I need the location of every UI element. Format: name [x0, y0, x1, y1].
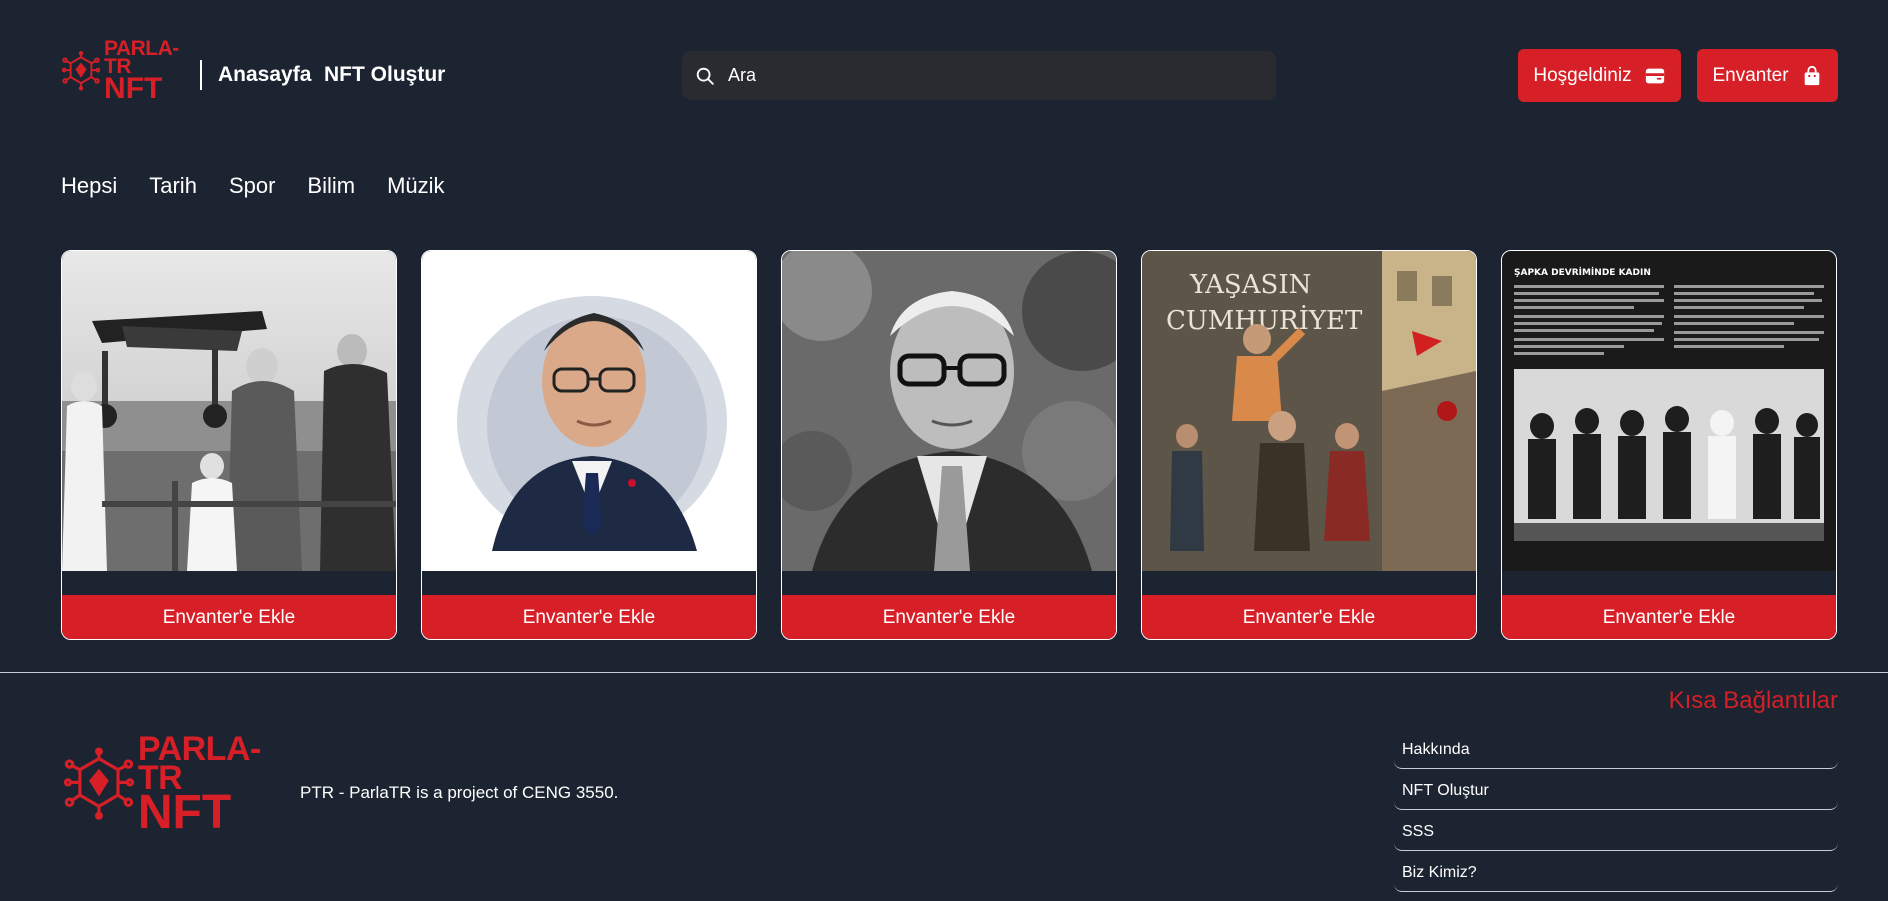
header: PARLA-TR NFT Anasayfa NFT Oluştur Hoşgel… [0, 0, 1888, 150]
add-to-inventory-button[interactable]: Envanter'e Ekle [1502, 595, 1836, 639]
add-to-inventory-button[interactable]: Envanter'e Ekle [1142, 595, 1476, 639]
nft-image-republic-painting[interactable]: YAŞASIN CUMHURİYET [1142, 251, 1476, 571]
nft-image-airplane-photo[interactable] [62, 251, 396, 571]
add-to-inventory-button[interactable]: Envanter'e Ekle [422, 595, 756, 639]
inventory-button-label: Envanter [1712, 64, 1789, 86]
footer-brand-line1: PARLA-TR [137, 729, 261, 797]
nav-create-nft-link[interactable]: NFT Oluştur [324, 63, 445, 87]
nft-card-grid: Envanter'e Ekle Envanter'e Ekle Envanter… [61, 250, 1837, 640]
painting-slogan-line1: YAŞASIN [1189, 270, 1311, 300]
tab-muzik[interactable]: Müzik [387, 173, 444, 199]
brand-line2: NFT [104, 72, 163, 106]
search-bar[interactable] [682, 51, 1276, 100]
tab-spor[interactable]: Spor [229, 173, 275, 199]
tab-tarih[interactable]: Tarih [149, 173, 197, 199]
nft-card: Envanter'e Ekle [61, 250, 397, 640]
brand-wordmark: PARLA-TR NFT [104, 37, 192, 106]
quick-links-title: Kısa Bağlantılar [1668, 687, 1838, 714]
circuit-logo-icon [64, 747, 134, 820]
nft-card: ŞAPKA DEVRİMİNDE KADIN Envanter'e Ekle [1501, 250, 1837, 640]
quick-link-create-nft[interactable]: NFT Oluştur [1394, 769, 1838, 810]
circuit-logo-icon [62, 51, 101, 91]
nav-home-link[interactable]: Anasayfa [218, 63, 311, 87]
quick-links-list: Hakkında NFT Oluştur SSS Biz Kimiz? [1394, 728, 1838, 892]
footer-tagline: PTR - ParlaTR is a project of CENG 3550. [300, 783, 619, 802]
poster-heading: ŞAPKA DEVRİMİNDE KADIN [1514, 267, 1651, 278]
shopping-bag-icon [1804, 65, 1819, 85]
nft-image-watercolor-portrait[interactable] [422, 251, 756, 571]
tab-bilim[interactable]: Bilim [307, 173, 355, 199]
welcome-button-label: Hoşgeldiniz [1533, 64, 1632, 86]
quick-link-about[interactable]: Hakkında [1394, 728, 1838, 769]
quick-link-who-we-are[interactable]: Biz Kimiz? [1394, 851, 1838, 892]
tab-hepsi[interactable]: Hepsi [61, 173, 117, 199]
welcome-button[interactable]: Hoşgeldiniz [1518, 49, 1681, 102]
nft-card: YAŞASIN CUMHURİYET Envanter'e Ekle [1141, 250, 1477, 640]
footer-divider [0, 672, 1888, 673]
footer-brand-line2: NFT [137, 785, 232, 839]
footer-brand-logo[interactable]: PARLA-TR NFT [64, 732, 284, 836]
quick-link-faq[interactable]: SSS [1394, 810, 1838, 851]
add-to-inventory-button[interactable]: Envanter'e Ekle [62, 595, 396, 639]
header-divider [200, 60, 202, 90]
brand-line1: PARLA-TR [104, 37, 179, 79]
nft-image-document-poster[interactable]: ŞAPKA DEVRİMİNDE KADIN [1502, 251, 1836, 571]
brand-logo[interactable]: PARLA-TR NFT [62, 38, 192, 103]
wallet-icon [1645, 68, 1664, 83]
nft-card: Envanter'e Ekle [421, 250, 757, 640]
nft-image-bw-portrait[interactable] [782, 251, 1116, 571]
add-to-inventory-button[interactable]: Envanter'e Ekle [782, 595, 1116, 639]
search-input[interactable] [728, 65, 1248, 86]
category-tabs: Hepsi Tarih Spor Bilim Müzik [61, 173, 445, 199]
footer-brand-wordmark: PARLA-TR NFT [137, 729, 284, 839]
nft-card: Envanter'e Ekle [781, 250, 1117, 640]
inventory-button[interactable]: Envanter [1697, 49, 1838, 102]
search-icon [696, 67, 714, 85]
